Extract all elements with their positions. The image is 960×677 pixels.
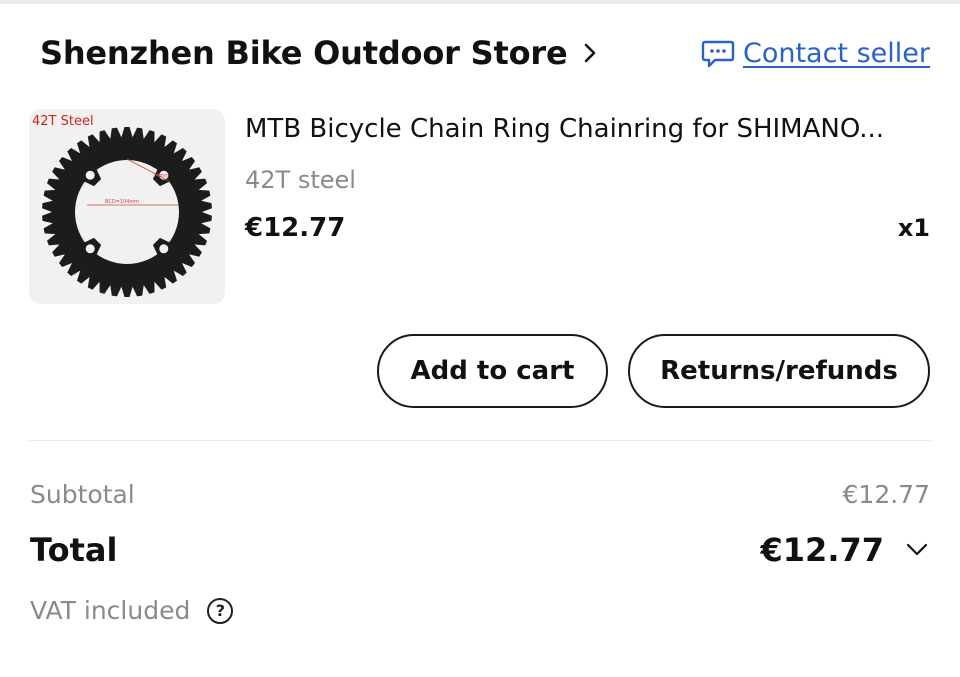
returns-refunds-button[interactable]: Returns/refunds <box>628 334 930 408</box>
contact-seller-link[interactable]: Contact seller <box>701 38 930 69</box>
vat-label: VAT included <box>30 596 191 625</box>
chainring-bolt-hole <box>85 170 95 180</box>
chainring-bolt-hole <box>85 244 95 254</box>
contact-seller-label[interactable]: Contact seller <box>743 38 930 69</box>
product-image[interactable]: 74mm BCD=104mm 42T Steel <box>29 109 225 304</box>
dimension-label-bcd: BCD=104mm <box>105 199 139 205</box>
dimension-label-arm: 74mm <box>153 173 169 179</box>
total-label: Total <box>30 531 118 569</box>
vat-row: VAT included ? <box>30 596 234 625</box>
subtotal-label: Subtotal <box>30 480 135 509</box>
store-header[interactable]: Shenzhen Bike Outdoor Store <box>40 34 597 72</box>
chainring-bolt-hole <box>159 244 169 254</box>
total-value: €12.77 <box>760 531 884 569</box>
product-quantity: x1 <box>897 214 930 242</box>
question-circle-icon[interactable]: ? <box>207 597 234 624</box>
store-name[interactable]: Shenzhen Bike Outdoor Store <box>40 34 568 72</box>
chevron-down-icon[interactable] <box>906 543 928 557</box>
add-to-cart-button[interactable]: Add to cart <box>377 334 608 408</box>
subtotal-value: €12.77 <box>842 480 930 509</box>
product-price: €12.77 <box>245 213 346 243</box>
product-image-tag: 42T Steel <box>32 114 94 129</box>
product-variant: 42T steel <box>245 166 356 194</box>
chevron-right-icon[interactable] <box>583 42 597 64</box>
chat-bubble-icon[interactable] <box>701 39 735 69</box>
chainring-image: 74mm BCD=104mm <box>42 127 212 297</box>
product-title[interactable]: MTB Bicycle Chain Ring Chainring for SHI… <box>245 114 884 144</box>
total-toggle[interactable]: €12.77 <box>761 531 928 569</box>
top-strip <box>0 0 960 4</box>
divider <box>29 440 931 441</box>
